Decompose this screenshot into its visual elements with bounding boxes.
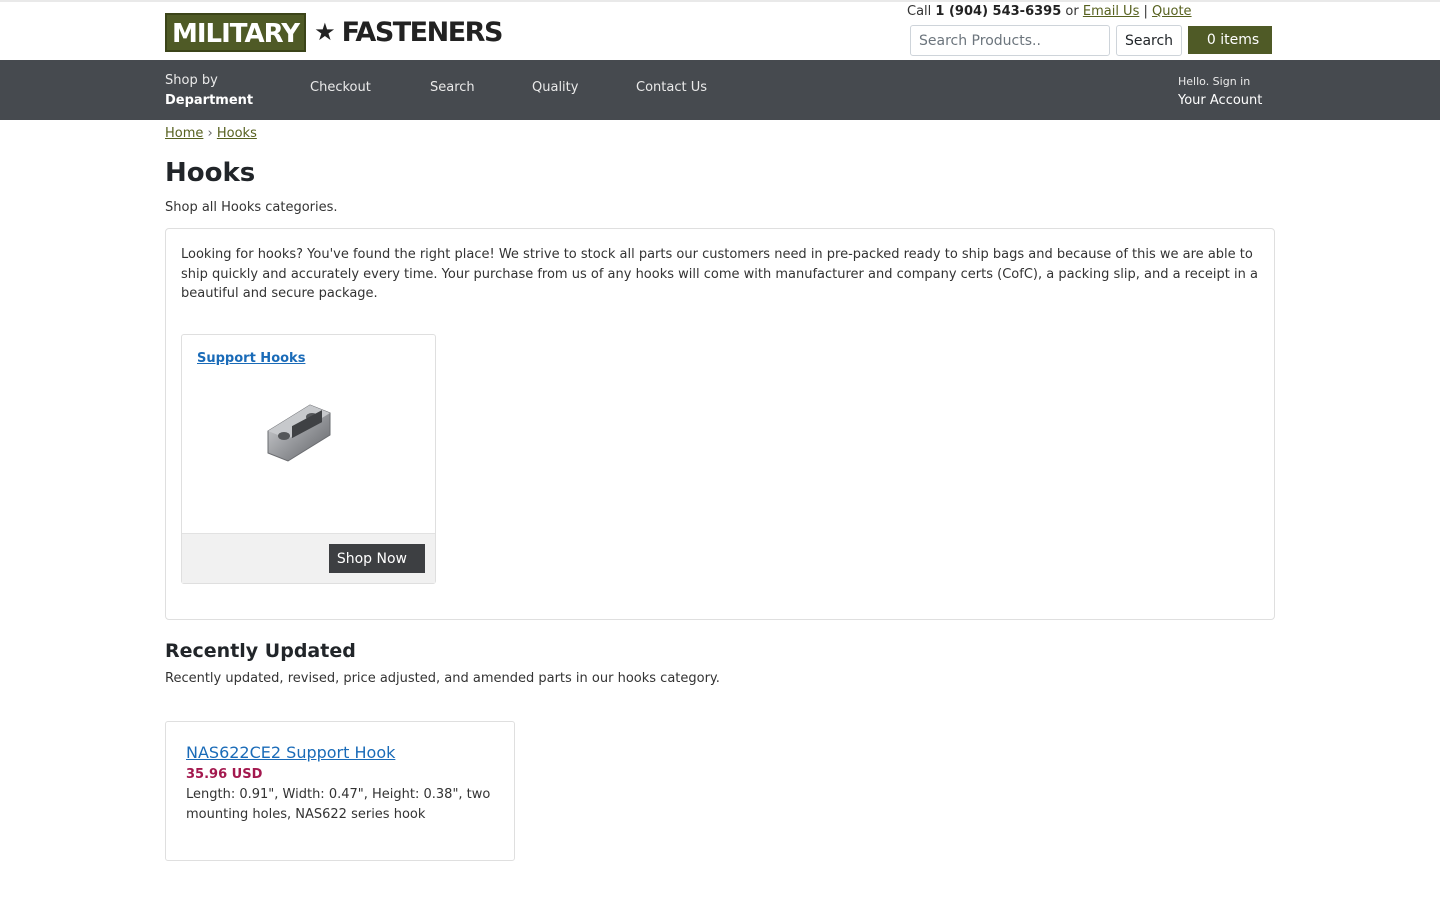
page-title: Hooks xyxy=(165,158,256,188)
account-menu[interactable]: Hello. Sign in Your Account xyxy=(1178,72,1262,110)
dept-label: Department xyxy=(165,93,254,108)
logo-military-text: MILITARY xyxy=(165,12,307,52)
nav-item-quality[interactable]: Quality xyxy=(524,80,578,95)
site-logo[interactable]: MILITARY ★ FASTENERS xyxy=(165,12,504,52)
nav-item-checkout[interactable]: Checkout xyxy=(302,80,371,95)
nav-item-contact-us[interactable]: Contact Us xyxy=(628,80,707,95)
cart-button[interactable]: 0 items xyxy=(1188,26,1272,54)
cart-label: 0 items xyxy=(1206,32,1260,48)
breadcrumb-home[interactable]: Home xyxy=(165,126,203,141)
phone-number: 1 (904) 543-6395 xyxy=(935,4,1062,19)
dept-label-big: Department xyxy=(165,91,259,112)
breadcrumb: Home › Hooks xyxy=(165,126,257,141)
search-button[interactable]: Search xyxy=(1116,25,1182,56)
breadcrumb-separator: › xyxy=(207,126,213,141)
or-text: or xyxy=(1065,4,1079,19)
part-card: NAS622CE2 Support Hook 35.96 USD Length:… xyxy=(165,721,515,861)
logo-fasteners-text: FASTENERS xyxy=(341,16,504,48)
category-card: Support Hooks Shop Now xyxy=(181,334,436,584)
support-hook-image[interactable] xyxy=(264,391,336,467)
nav-item-search[interactable]: Search xyxy=(422,80,475,95)
part-price: 35.96 USD xyxy=(186,767,263,782)
recently-updated-title: Recently Updated xyxy=(165,640,356,662)
quote-link[interactable]: Quote xyxy=(1152,4,1192,19)
email-us-link[interactable]: Email Us xyxy=(1083,4,1140,19)
shop-now-button[interactable]: Shop Now xyxy=(328,544,425,573)
shop-now-label: Shop Now xyxy=(336,550,407,567)
category-card-footer: Shop Now xyxy=(182,533,435,583)
page-subtitle: Shop all Hooks categories. xyxy=(165,200,338,215)
dept-label-small: Shop by xyxy=(165,73,218,88)
shop-by-department-menu[interactable]: Shop by Department xyxy=(165,71,259,112)
category-description: Looking for hooks? You've found the righ… xyxy=(181,247,1258,301)
main-nav: Shop by Department Checkout Search Quali… xyxy=(0,60,1440,120)
call-prefix: Call xyxy=(907,4,932,19)
category-panel: Looking for hooks? You've found the righ… xyxy=(165,228,1275,620)
nav-item-label: Checkout xyxy=(310,80,371,95)
part-description: Length: 0.91", Width: 0.47", Height: 0.3… xyxy=(186,787,491,822)
contact-line: Call 1 (904) 543-6395 or Email Us | Quot… xyxy=(907,4,1192,19)
category-title-link[interactable]: Support Hooks xyxy=(197,351,305,366)
nav-item-label: Quality xyxy=(532,80,579,95)
breadcrumb-current[interactable]: Hooks xyxy=(217,126,257,141)
nav-item-label: Search xyxy=(430,80,475,95)
site-header: MILITARY ★ FASTENERS Call 1 (904) 543-63… xyxy=(0,0,1440,60)
account-label: Your Account xyxy=(1178,93,1263,108)
logo-star-icon: ★ xyxy=(314,18,336,46)
search-input[interactable] xyxy=(910,25,1110,56)
nav-item-label: Contact Us xyxy=(636,80,707,95)
account-greeting: Hello. Sign in xyxy=(1178,75,1251,88)
separator: | xyxy=(1143,4,1148,19)
recently-updated-subtitle: Recently updated, revised, price adjuste… xyxy=(165,671,720,686)
part-name-link[interactable]: NAS622CE2 Support Hook xyxy=(186,743,395,762)
